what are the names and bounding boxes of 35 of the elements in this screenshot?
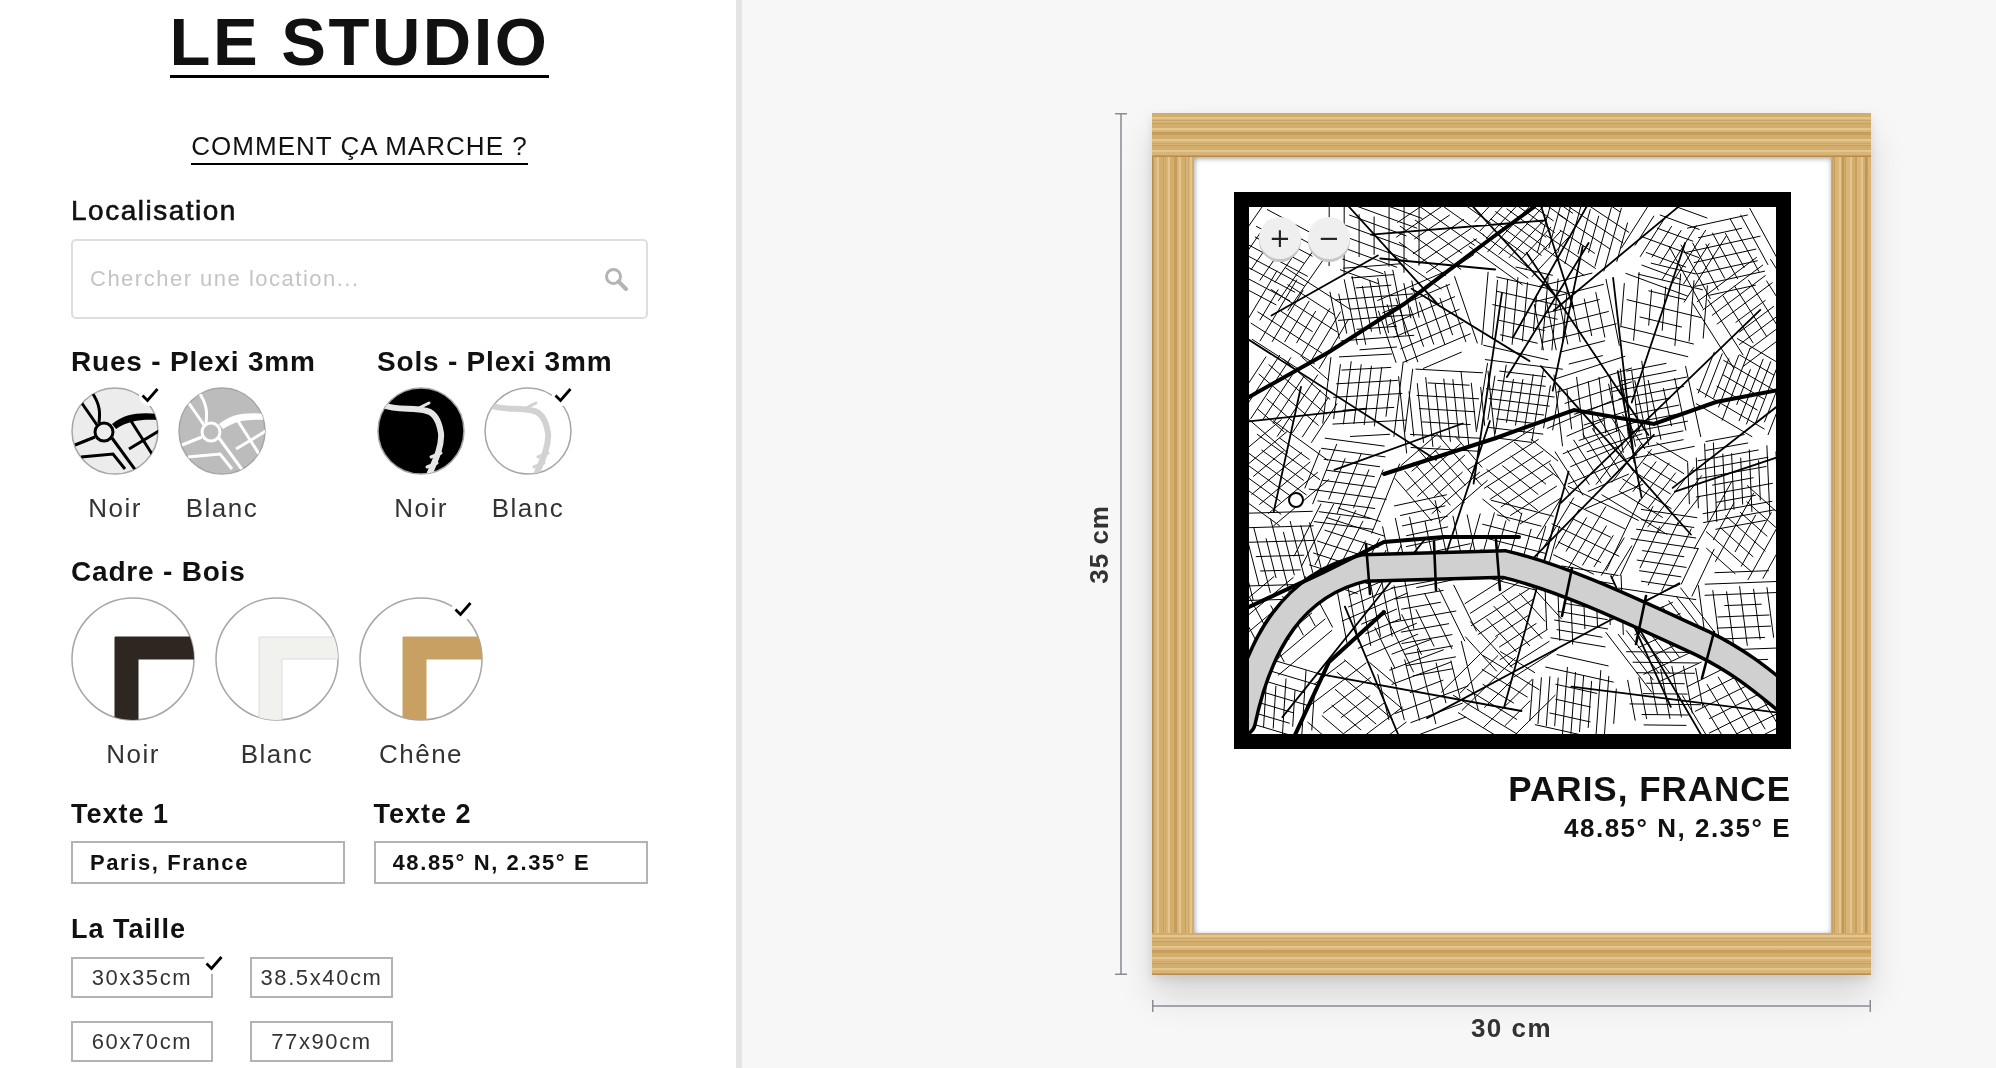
frame-color-option[interactable]: Blanc [215,597,339,767]
ground-color-option[interactable]: Noir [377,384,467,521]
size-option[interactable]: 77x90cm [250,1021,393,1062]
frame-color-option[interactable]: Chêne [359,597,483,767]
streets-color-option[interactable]: Noir [71,384,161,521]
frame-corner-icon [71,597,195,721]
streets-color-option[interactable]: Blanc [178,384,268,521]
studio-title: LE STUDIO [169,8,550,78]
poster-title: PARIS, FRANCE [1508,771,1791,806]
search-icon [604,267,628,291]
group-title: Sols - Plexi 3mm [377,347,613,376]
field-label: Texte 1 [71,801,170,828]
size-option[interactable]: 60x70cm [71,1021,213,1062]
section-label: Localisation [71,197,237,225]
width-label: 30 cm [1470,1015,1553,1041]
frame-corner-icon [359,597,483,721]
search-field[interactable]: Chercher une location... [71,239,648,319]
section-label: La Taille [71,916,187,943]
frame-color-option[interactable]: Noir [71,597,195,767]
street-map-icon [178,387,266,475]
ground-color-option[interactable]: Blanc [484,384,574,521]
street-map-icon [71,387,159,475]
group-title: Cadre - Bois [71,557,246,586]
poster-coordinates: 48.85° N, 2.35° E [1564,815,1791,841]
size-option[interactable]: 38.5x40cm [250,957,393,998]
text-field[interactable]: 48.85° N, 2.35° E [373,841,648,884]
text-field[interactable]: Paris, France [71,841,345,884]
group-title: Rues - Plexi 3mm [71,347,316,376]
field-label: Texte 2 [373,801,472,828]
river-map-icon [377,387,465,475]
size-option[interactable]: 30x35cm [71,957,213,998]
frame-corner-icon [215,597,339,721]
help-link[interactable]: COMMENT ÇA MARCHE ? [191,133,528,165]
height-label: 35 cm [1086,504,1112,584]
river-map-icon [484,387,572,475]
